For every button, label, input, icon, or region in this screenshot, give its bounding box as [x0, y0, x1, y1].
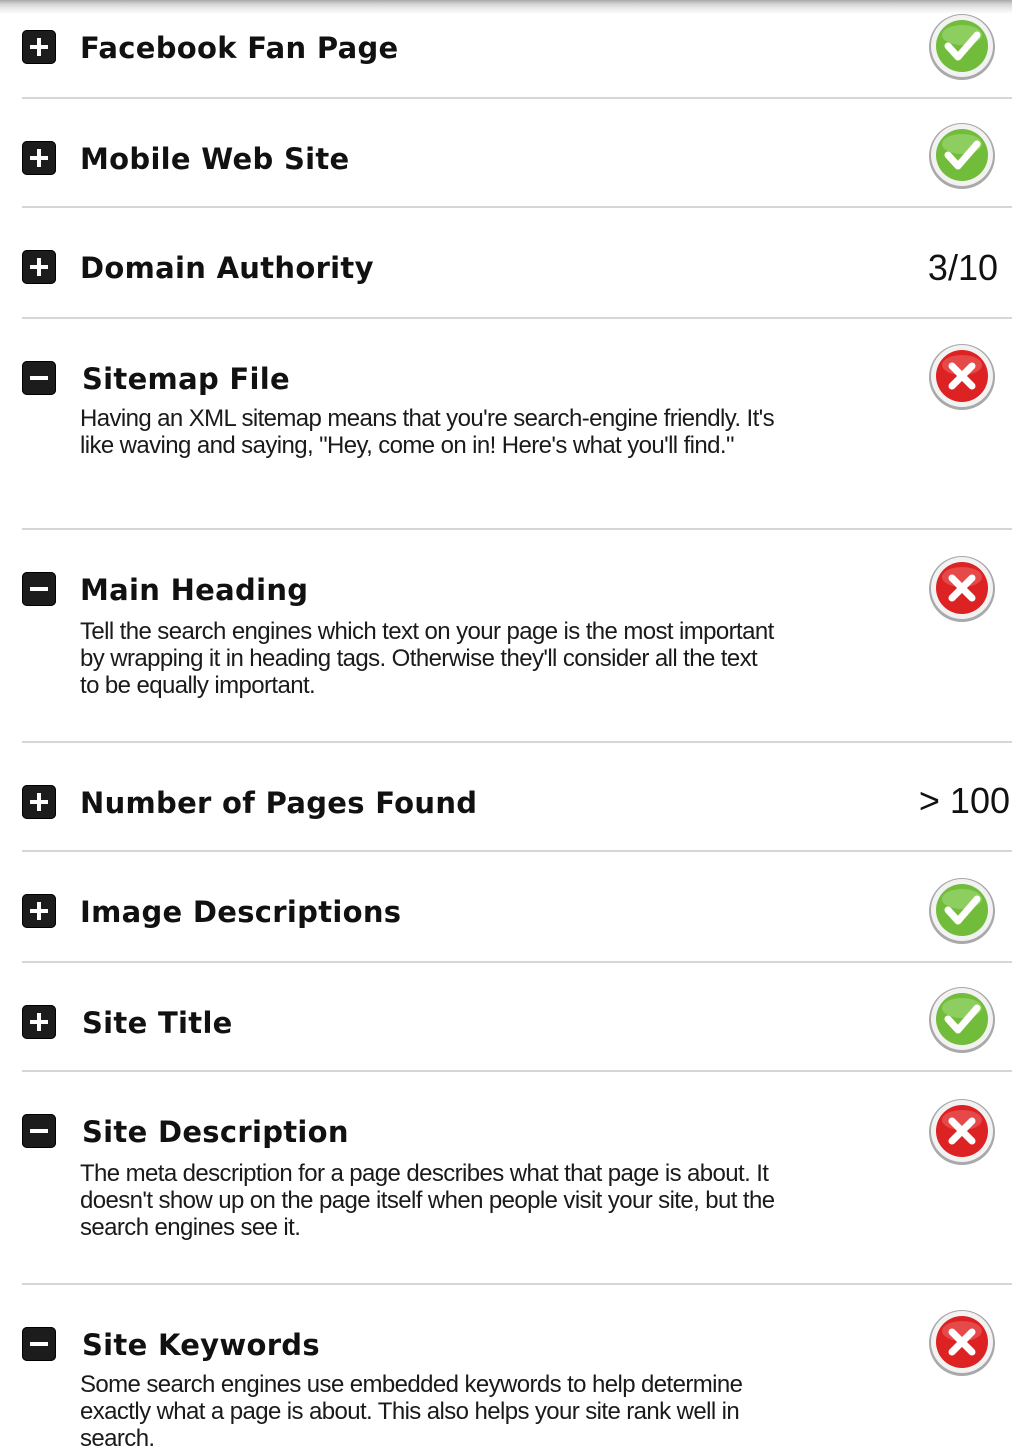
- status-fail: [928, 554, 996, 622]
- check-circle-icon: [929, 123, 995, 189]
- plus-icon: [30, 38, 48, 56]
- row-divider: [22, 317, 1012, 319]
- collapse-toggle[interactable]: [22, 572, 56, 606]
- row-divider: [22, 961, 1012, 963]
- item-description: Tell the search engines which text on yo…: [80, 618, 774, 699]
- item-title[interactable]: Site Keywords: [82, 1327, 320, 1363]
- minus-icon: [30, 376, 48, 380]
- expand-toggle[interactable]: [22, 785, 56, 819]
- item-title[interactable]: Image Descriptions: [80, 894, 401, 930]
- expand-toggle[interactable]: [22, 1005, 56, 1039]
- item-title[interactable]: Facebook Fan Page: [80, 30, 399, 66]
- minus-icon: [30, 1129, 48, 1133]
- status-pass: [928, 985, 996, 1053]
- status-fail: [928, 1308, 996, 1376]
- item-title[interactable]: Domain Authority: [80, 250, 374, 286]
- plus-icon: [30, 149, 48, 167]
- expand-toggle[interactable]: [22, 250, 56, 284]
- seo-report-list: Facebook Fan Page Mobile Web Site Domain…: [0, 0, 1012, 1452]
- x-circle-icon: [929, 1099, 995, 1165]
- row-divider: [22, 97, 1012, 99]
- item-description: The meta description for a page describe…: [80, 1160, 775, 1241]
- status-pass: [928, 121, 996, 189]
- row-divider: [22, 741, 1012, 743]
- x-circle-icon: [929, 1310, 995, 1376]
- collapse-toggle[interactable]: [22, 361, 56, 395]
- item-description: Some search engines use embedded keyword…: [80, 1371, 743, 1452]
- expand-toggle[interactable]: [22, 894, 56, 928]
- item-title[interactable]: Number of Pages Found: [80, 785, 477, 821]
- row-divider: [22, 850, 1012, 852]
- item-title[interactable]: Site Title: [82, 1005, 233, 1041]
- item-title[interactable]: Main Heading: [80, 572, 308, 608]
- collapse-toggle[interactable]: [22, 1327, 56, 1361]
- row-divider: [22, 1070, 1012, 1072]
- status-pass: [928, 12, 996, 80]
- collapse-toggle[interactable]: [22, 1114, 56, 1148]
- plus-icon: [30, 258, 48, 276]
- status-value: 3/10: [927, 247, 998, 288]
- item-description: Having an XML sitemap means that you're …: [80, 405, 775, 459]
- status-pass: [928, 876, 996, 944]
- plus-icon: [30, 902, 48, 920]
- top-edge-shadow: [0, 0, 1012, 14]
- item-title[interactable]: Mobile Web Site: [80, 141, 350, 177]
- row-divider: [22, 206, 1012, 208]
- status-value: > 100: [918, 780, 1010, 821]
- plus-icon: [30, 793, 48, 811]
- expand-toggle[interactable]: [22, 141, 56, 175]
- check-circle-icon: [929, 987, 995, 1053]
- row-divider: [22, 1283, 1012, 1285]
- check-circle-icon: [929, 14, 995, 80]
- minus-icon: [30, 587, 48, 591]
- status-fail: [928, 1097, 996, 1165]
- check-circle-icon: [929, 878, 995, 944]
- expand-toggle[interactable]: [22, 30, 56, 64]
- item-title[interactable]: Site Description: [82, 1114, 349, 1150]
- plus-icon: [30, 1013, 48, 1031]
- status-fail: [928, 342, 996, 410]
- item-title[interactable]: Sitemap File: [82, 361, 290, 397]
- x-circle-icon: [929, 344, 995, 410]
- x-circle-icon: [929, 556, 995, 622]
- minus-icon: [30, 1342, 48, 1346]
- row-divider: [22, 528, 1012, 530]
